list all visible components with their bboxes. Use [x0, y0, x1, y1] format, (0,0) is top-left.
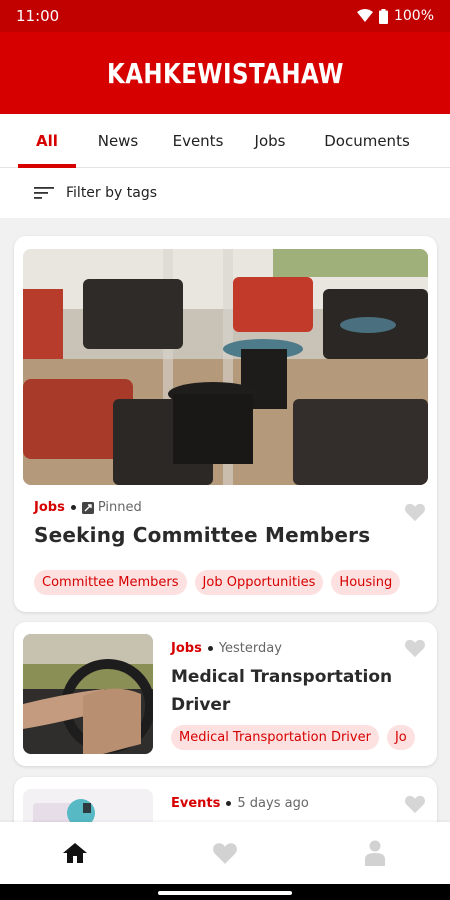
- post-meta: Events 5 days ago: [171, 796, 309, 811]
- post-category: Jobs: [171, 641, 202, 656]
- home-gesture-handle[interactable]: [158, 891, 292, 895]
- tab-all[interactable]: All: [18, 114, 76, 168]
- tab-jobs[interactable]: Jobs: [240, 114, 300, 168]
- post-category: Jobs: [34, 500, 65, 515]
- tag-chip[interactable]: Job Opportunities: [194, 570, 324, 595]
- lounge-chairs-photo: [23, 249, 428, 485]
- battery-percent: 100%: [393, 8, 434, 24]
- bottom-navigation: [0, 822, 450, 884]
- heart-icon[interactable]: [404, 638, 426, 658]
- post-title: Medical Transportation Driver: [171, 667, 393, 715]
- heart-icon[interactable]: [404, 502, 426, 522]
- pinned-indicator: Pinned: [81, 500, 142, 515]
- meta-separator: [207, 646, 213, 651]
- post-category: Events: [171, 796, 221, 811]
- meta-separator: [70, 505, 76, 510]
- filter-lines-icon: [34, 187, 54, 199]
- post-title: Seeking Committee Members: [34, 523, 371, 547]
- wifi-icon: [356, 9, 373, 22]
- app-header: KAHKEWISTAHAW: [0, 32, 450, 114]
- post-meta: Jobs Yesterday: [171, 641, 282, 656]
- filter-by-tags-button[interactable]: Filter by tags: [0, 168, 450, 218]
- app-title: KAHKEWISTAHAW: [106, 56, 344, 90]
- nav-profile[interactable]: [345, 823, 405, 883]
- tag-chip[interactable]: Housing: [331, 570, 401, 595]
- status-time: 11:00: [16, 7, 60, 25]
- nav-home[interactable]: [45, 823, 105, 883]
- battery-icon: [378, 8, 388, 24]
- post-meta: Jobs Pinned: [34, 500, 142, 515]
- pin-icon: [81, 501, 94, 514]
- steering-wheel-photo: [23, 634, 153, 754]
- home-icon: [63, 843, 87, 863]
- post-pinned-label: Pinned: [97, 500, 142, 515]
- post-date: Yesterday: [218, 641, 282, 656]
- post-card[interactable]: Jobs Pinned Seeking Committee Members Co…: [14, 236, 437, 612]
- system-gesture-bar: [0, 884, 450, 900]
- nav-favorites[interactable]: [195, 823, 255, 883]
- status-icons: 100%: [356, 8, 434, 24]
- status-bar: 11:00 100%: [0, 0, 450, 32]
- post-date: 5 days ago: [237, 796, 309, 811]
- category-tabs: All News Events Jobs Documents: [0, 114, 450, 168]
- filter-label: Filter by tags: [66, 185, 157, 201]
- tab-news[interactable]: News: [84, 114, 152, 168]
- tag-chip[interactable]: Jo: [386, 725, 415, 750]
- post-tags: Medical Transportation Driver Jo: [171, 725, 419, 750]
- person-icon: [365, 840, 385, 866]
- tab-events[interactable]: Events: [160, 114, 236, 168]
- tag-chip[interactable]: Committee Members: [34, 570, 187, 595]
- post-card[interactable]: Jobs Yesterday Medical Transportation Dr…: [14, 622, 437, 766]
- meta-separator: [226, 801, 232, 806]
- tag-chip[interactable]: Medical Transportation Driver: [171, 725, 379, 750]
- heart-icon: [213, 843, 237, 864]
- post-tags: Committee Members Job Opportunities Hous…: [34, 570, 419, 595]
- heart-icon[interactable]: [404, 794, 426, 814]
- tab-documents[interactable]: Documents: [312, 114, 422, 168]
